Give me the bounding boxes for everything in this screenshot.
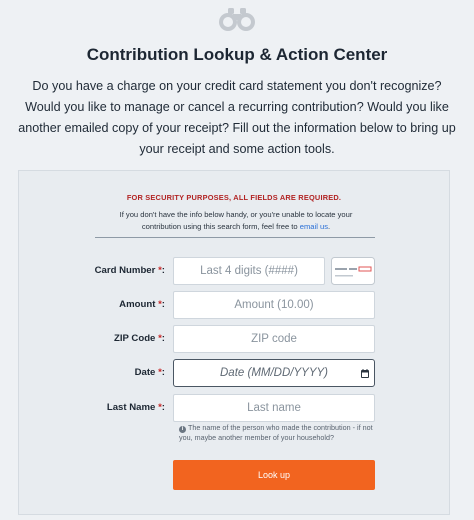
card-number-label-text: Card Number	[94, 265, 156, 276]
last-name-help-text: The name of the person who made the cont…	[179, 423, 373, 442]
amount-label-text: Amount	[119, 299, 156, 310]
date-label: Date *:	[134, 367, 165, 378]
amount-input[interactable]	[173, 291, 375, 319]
date-input[interactable]	[174, 360, 374, 386]
lookup-form-panel: FOR SECURITY PURPOSES, ALL FIELDS ARE RE…	[18, 170, 450, 515]
zip-label: ZIP Code *:	[113, 333, 165, 344]
required-marker: *	[158, 299, 162, 310]
intro-text: Do you have a charge on your credit card…	[18, 79, 456, 156]
last-name-input[interactable]	[173, 394, 375, 422]
zip-input[interactable]	[173, 325, 375, 353]
page-title: Contribution Lookup & Action Center	[86, 45, 388, 64]
info-icon: i	[179, 426, 186, 433]
required-marker: *	[158, 265, 162, 276]
last-name-row: Last Name *:	[19, 394, 449, 422]
amount-label: Amount *:	[119, 299, 165, 310]
last-name-help: i The name of the person who made the con…	[179, 423, 375, 443]
zip-row: ZIP Code *:	[19, 325, 449, 353]
date-field	[173, 359, 375, 387]
required-marker: *	[158, 402, 162, 413]
date-row: Date *:	[19, 359, 449, 387]
card-number-row: Card Number *:	[19, 257, 449, 285]
divider	[95, 237, 375, 238]
last-name-label: Last Name *:	[106, 402, 165, 413]
help-note: If you don't have the info below handy, …	[101, 209, 371, 232]
card-number-input[interactable]	[173, 257, 325, 285]
required-marker: *	[158, 367, 162, 378]
last-name-label-text: Last Name	[106, 402, 156, 413]
card-number-label: Card Number *:	[94, 265, 165, 276]
look-up-button[interactable]: Look up	[173, 460, 375, 490]
credit-card-icon	[331, 257, 375, 285]
binoculars-icon	[219, 8, 255, 31]
amount-row: Amount *:	[19, 291, 449, 319]
zip-label-text: ZIP Code	[113, 333, 156, 344]
required-marker: *	[158, 333, 162, 344]
email-us-link[interactable]: email us	[300, 222, 328, 231]
calendar-icon[interactable]	[361, 369, 369, 378]
security-notice: FOR SECURITY PURPOSES, ALL FIELDS ARE RE…	[126, 193, 342, 202]
help-note-end: .	[328, 221, 331, 231]
date-label-text: Date	[134, 367, 156, 378]
